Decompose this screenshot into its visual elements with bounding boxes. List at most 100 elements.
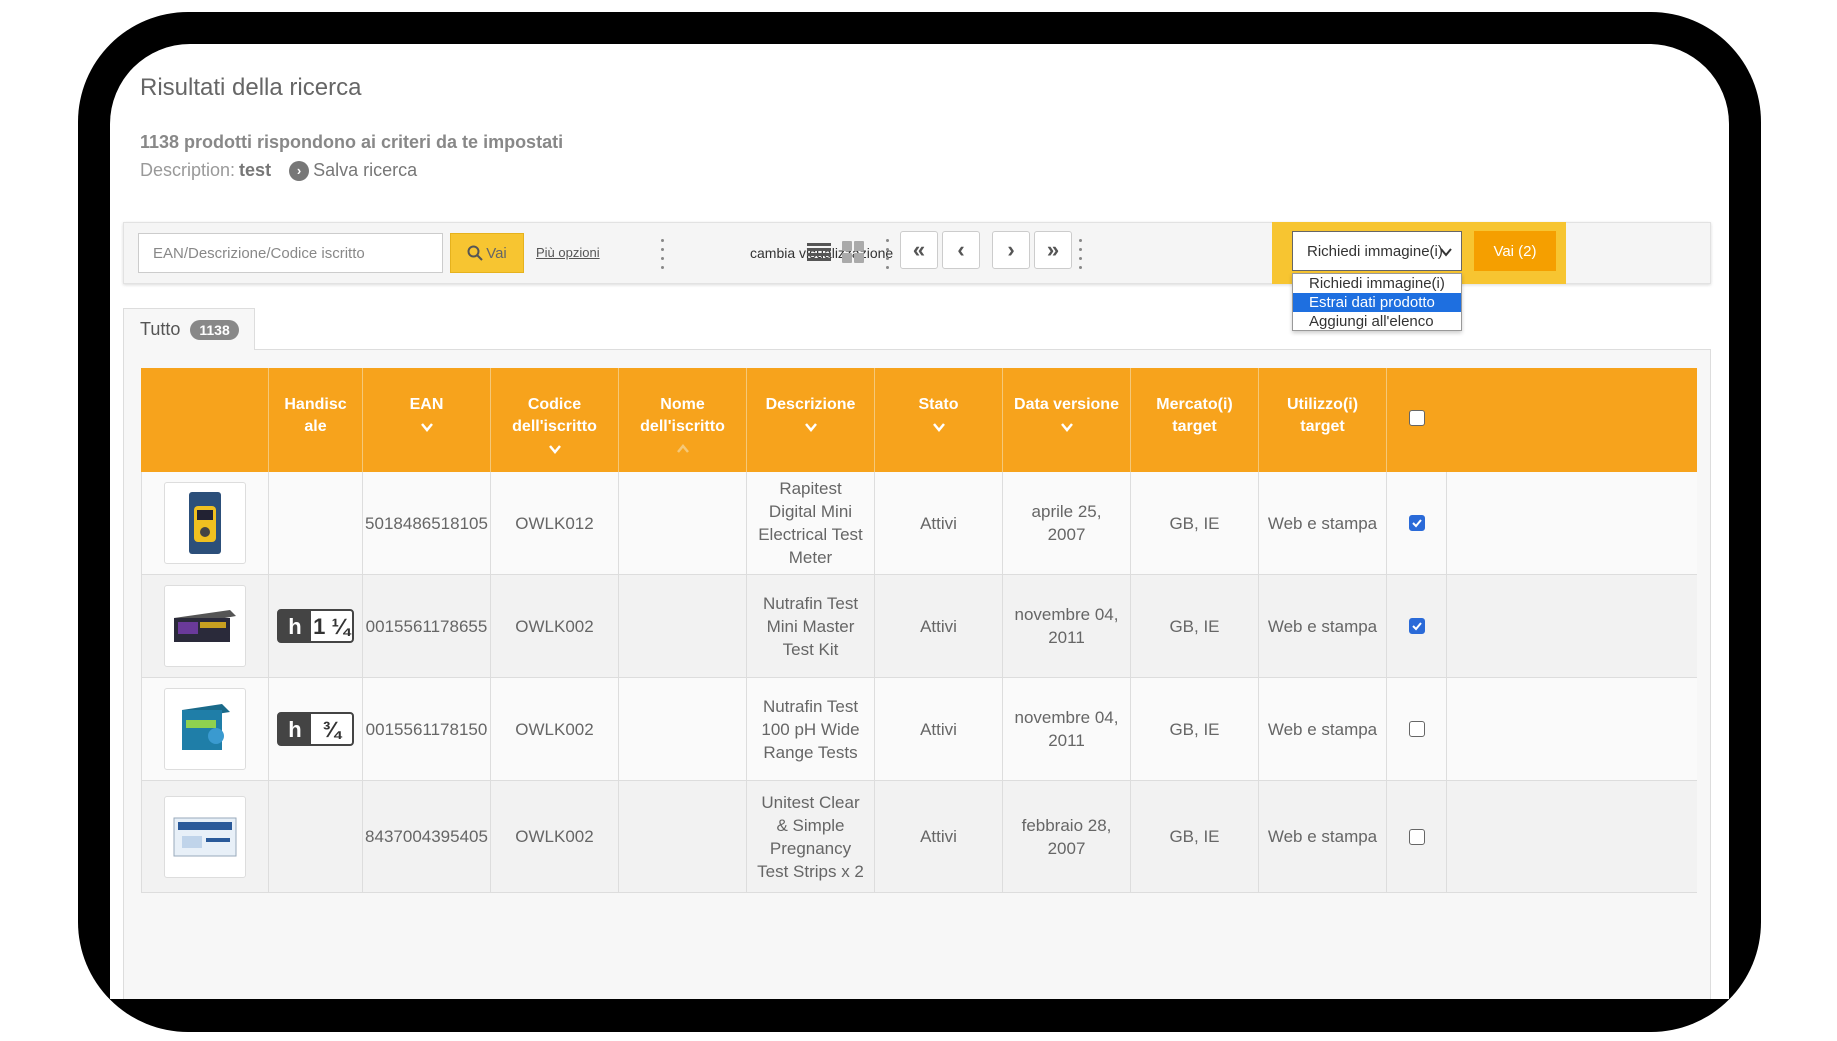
search-icon	[467, 245, 483, 261]
member-name-cell	[619, 575, 747, 677]
select-all-checkbox[interactable]	[1409, 410, 1425, 426]
header-target-market: Mercato(i) target	[1131, 368, 1259, 472]
search-button[interactable]: Vai	[450, 233, 524, 273]
grid-view-icon[interactable]	[838, 237, 868, 267]
last-page-button[interactable]: »	[1034, 231, 1072, 269]
select-cell	[1387, 781, 1447, 892]
header-member-name[interactable]: Nome dell'iscritto	[619, 368, 747, 472]
description-cell: Nutrafin Test 100 pH Wide Range Tests	[747, 678, 875, 780]
save-search-link[interactable]: › Salva ricerca	[289, 160, 417, 181]
member-code-cell: OWLK012	[491, 472, 619, 574]
handiscale-cell	[269, 472, 363, 574]
table-row: 8437004395405 OWLK002 Unitest Clear & Si…	[141, 781, 1697, 893]
product-image-cell	[141, 472, 269, 574]
bulk-action-selected: Richiedi immagine(i)	[1307, 242, 1443, 260]
dropdown-option-highlighted[interactable]: Estrai dati prodotto	[1293, 293, 1461, 312]
status-cell: Attivi	[875, 575, 1003, 677]
handiscale-cell	[269, 781, 363, 892]
product-image	[174, 610, 236, 642]
hand-icon: h	[279, 611, 311, 641]
row-checkbox[interactable]	[1408, 828, 1425, 845]
header-version-date[interactable]: Data versione	[1003, 368, 1131, 472]
chevron-left-icon: ‹	[957, 237, 965, 262]
sort-down-icon	[420, 423, 433, 432]
sort-down-icon	[1060, 423, 1073, 432]
separator-dots-icon	[661, 239, 665, 269]
member-code-cell: OWLK002	[491, 781, 619, 892]
app-screen: Risultati della ricerca 1138 prodotti ri…	[110, 44, 1729, 999]
handiscale-value: 1 ¼	[313, 613, 350, 639]
header-status[interactable]: Stato	[875, 368, 1003, 472]
prev-page-button[interactable]: ‹	[942, 231, 980, 269]
separator-dots-icon	[1079, 239, 1083, 269]
dropdown-option[interactable]: Richiedi immagine(i)	[1293, 274, 1461, 293]
ean-cell: 0015561178150	[363, 678, 491, 780]
ean-cell: 8437004395405	[363, 781, 491, 892]
description-cell: Rapitest Digital Mini Electrical Test Me…	[747, 472, 875, 574]
bulk-action-dropdown: Richiedi immagine(i) Estrai dati prodott…	[1292, 273, 1462, 331]
hand-icon: h	[279, 714, 311, 744]
row-checkbox[interactable]	[1408, 618, 1425, 634]
search-description: Description: test › Salva ricerca	[140, 160, 417, 181]
handiscale-cell: h 1 ¼	[269, 575, 363, 677]
double-chevron-left-icon: «	[912, 237, 926, 262]
page-title: Risultati della ricerca	[140, 74, 362, 101]
results-table: Handiscale EAN Codice dell'iscritto Nome…	[141, 368, 1697, 893]
more-options-link[interactable]: Più opzioni	[536, 245, 600, 260]
target-usage-cell: Web e stampa	[1259, 575, 1387, 677]
target-market-cell: GB, IE	[1131, 472, 1259, 574]
target-market-cell: GB, IE	[1131, 678, 1259, 780]
checkmark-icon	[1411, 519, 1422, 528]
search-input[interactable]	[138, 233, 443, 273]
header-description[interactable]: Descrizione	[747, 368, 875, 472]
product-image	[182, 704, 230, 750]
member-name-cell	[619, 678, 747, 780]
row-checkbox[interactable]	[1408, 721, 1425, 737]
row-checkbox[interactable]	[1408, 515, 1425, 531]
next-page-button[interactable]: ›	[992, 231, 1030, 269]
target-market-cell: GB, IE	[1131, 781, 1259, 892]
version-date-cell: febbraio 28, 2007	[1003, 781, 1131, 892]
list-view-icon[interactable]	[804, 237, 834, 267]
status-cell: Attivi	[875, 678, 1003, 780]
double-chevron-right-icon: »	[1046, 237, 1060, 262]
dropdown-option[interactable]: Aggiungi all'elenco	[1293, 312, 1461, 331]
select-cell	[1387, 678, 1447, 780]
bulk-action-select[interactable]: Richiedi immagine(i)	[1292, 231, 1462, 271]
table-row: h 1 ¼ 0015561178655 OWLK002 Nutrafin Tes…	[141, 575, 1697, 678]
handiscale-cell: h ¾	[269, 678, 363, 780]
version-date-cell: aprile 25, 2007	[1003, 472, 1131, 574]
header-target-usage: Utilizzo(i) target	[1259, 368, 1387, 472]
member-code-cell: OWLK002	[491, 575, 619, 677]
product-thumbnail[interactable]	[164, 585, 246, 667]
version-date-cell: novembre 04, 2011	[1003, 575, 1131, 677]
target-usage-cell: Web e stampa	[1259, 678, 1387, 780]
description-cell: Nutrafin Test Mini Master Test Kit	[747, 575, 875, 677]
first-page-button[interactable]: «	[900, 231, 938, 269]
select-cell	[1387, 575, 1447, 677]
separator-dots-icon	[886, 239, 890, 269]
target-market-cell: GB, IE	[1131, 575, 1259, 677]
chevron-right-icon: ›	[1007, 237, 1015, 262]
ean-cell: 5018486518105	[363, 472, 491, 574]
header-member-code[interactable]: Codice dell'iscritto	[491, 368, 619, 472]
bulk-action-go-button[interactable]: Vai (2)	[1474, 231, 1556, 271]
product-thumbnail[interactable]	[164, 795, 246, 878]
table-row: h ¾ 0015561178150 OWLK002 Nutrafin Test …	[141, 678, 1697, 781]
table-row: 5018486518105 OWLK012 Rapitest Digital M…	[141, 472, 1697, 575]
handiscale-badge: h 1 ¼	[277, 609, 354, 643]
tab-all[interactable]: Tutto 1138	[123, 308, 255, 350]
header-image	[141, 368, 269, 472]
product-image	[173, 817, 237, 856]
target-usage-cell: Web e stampa	[1259, 472, 1387, 574]
header-ean[interactable]: EAN	[363, 368, 491, 472]
product-thumbnail[interactable]	[164, 482, 246, 564]
header-select-all	[1387, 368, 1447, 472]
product-image-cell	[141, 678, 269, 780]
member-name-cell	[619, 472, 747, 574]
description-cell: Unitest Clear & Simple Pregnancy Test St…	[747, 781, 875, 892]
checkmark-icon	[1411, 622, 1422, 631]
product-thumbnail[interactable]	[164, 688, 246, 770]
sort-down-icon	[804, 423, 817, 432]
product-image	[189, 492, 221, 554]
